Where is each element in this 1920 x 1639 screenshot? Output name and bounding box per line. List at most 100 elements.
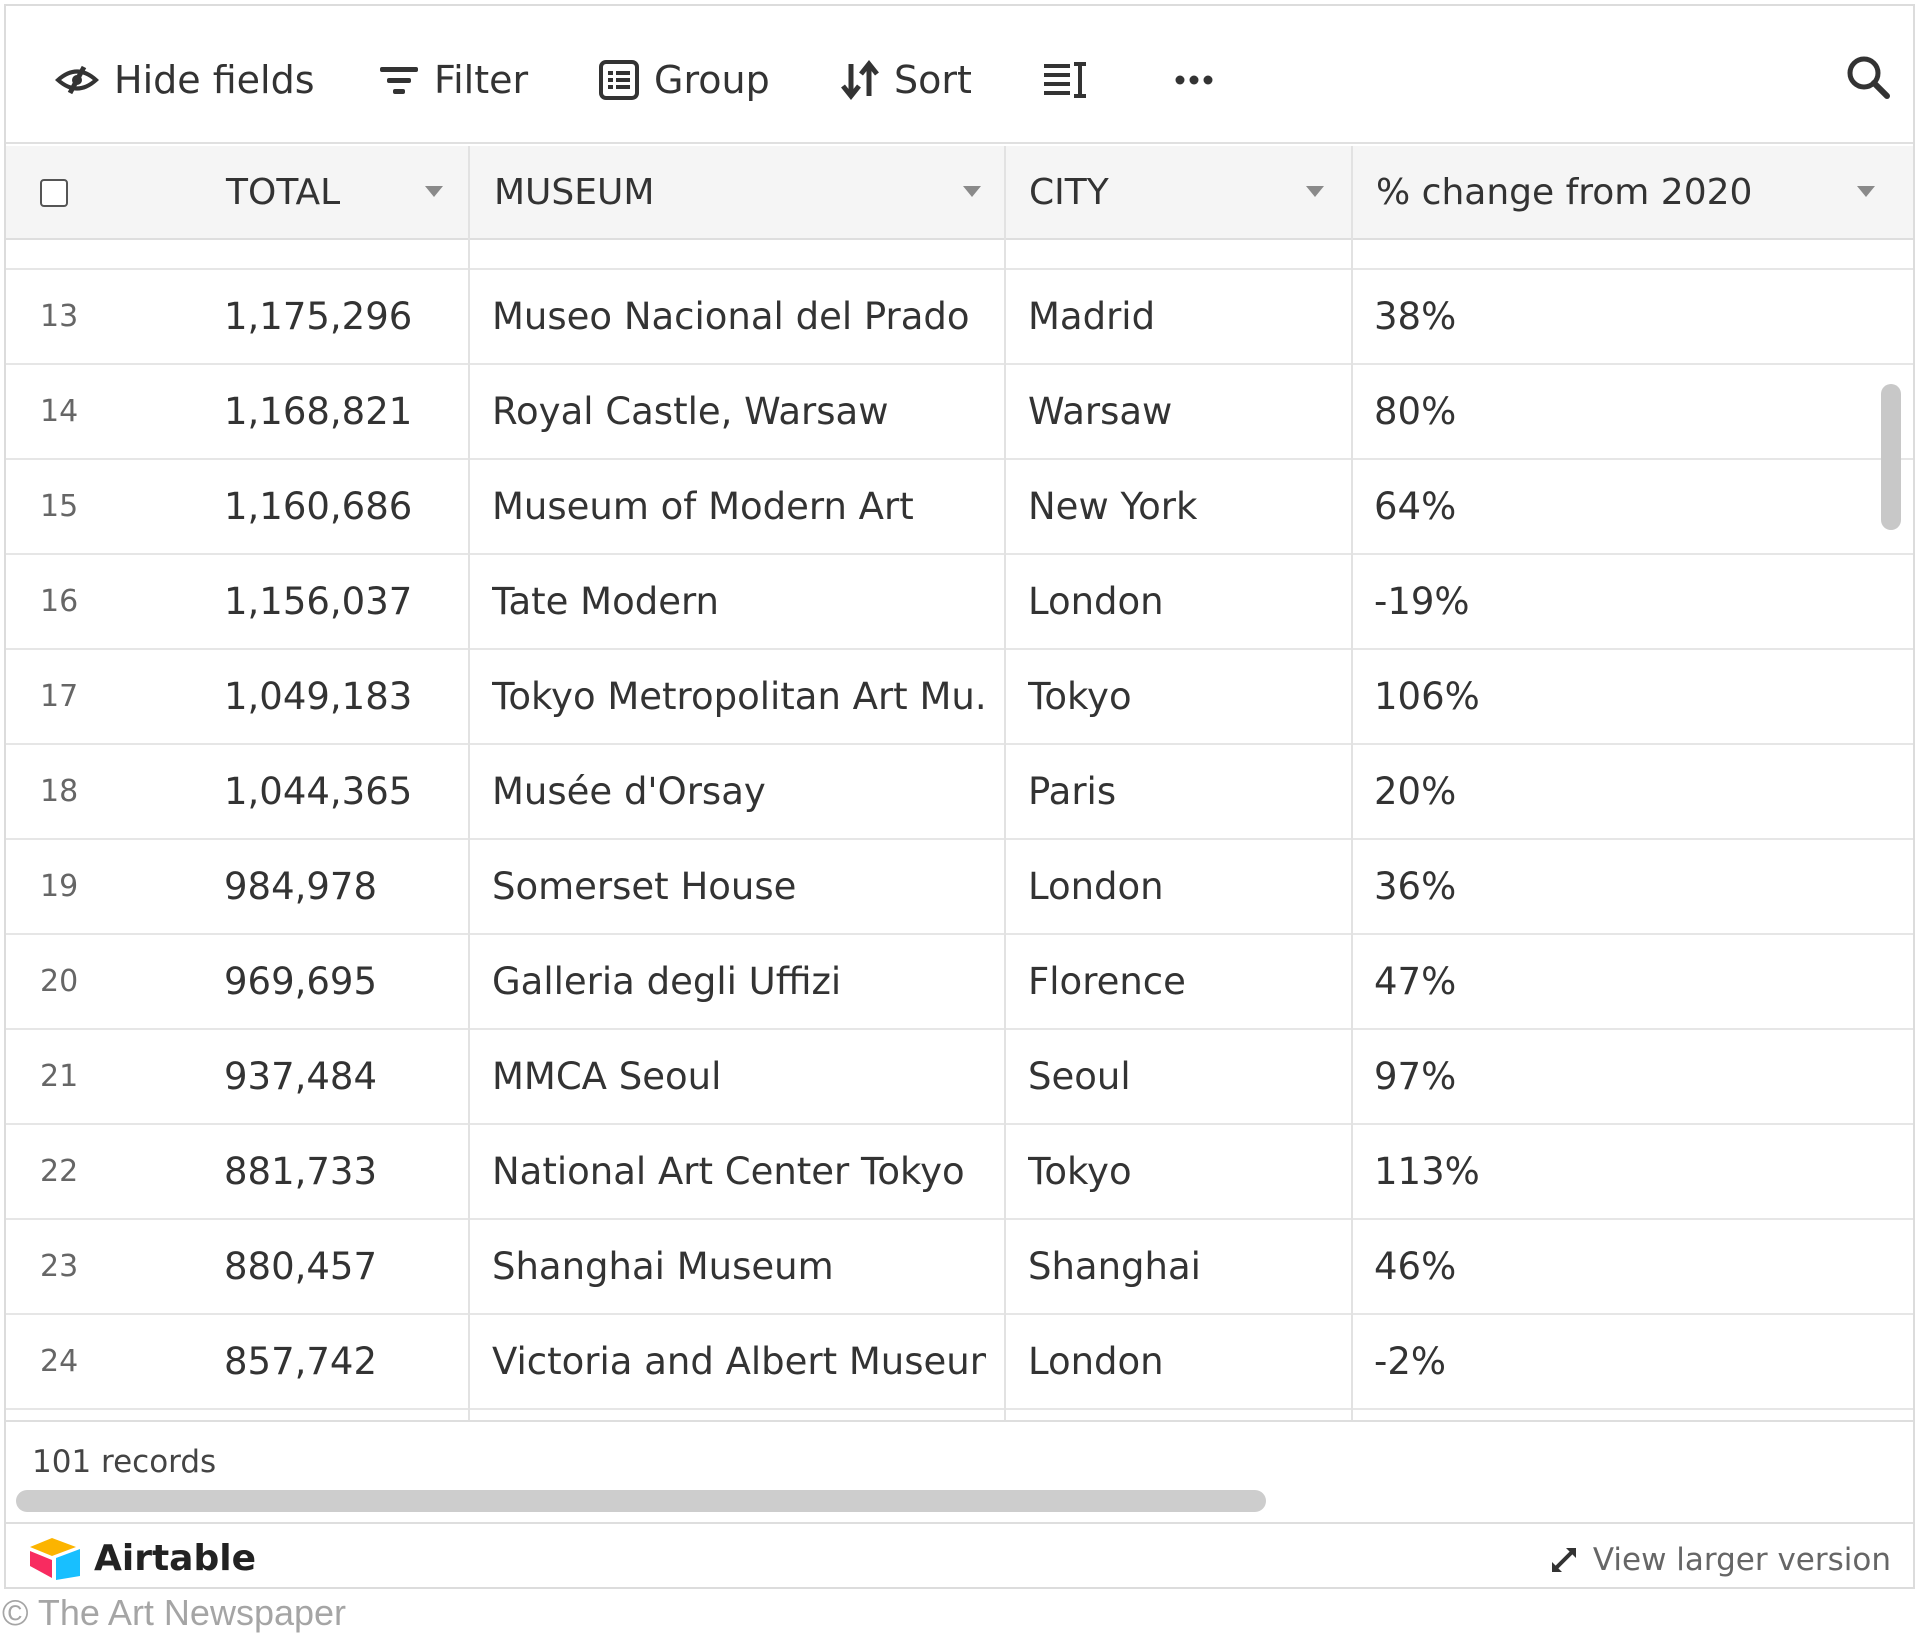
- row-number-cell[interactable]: 24: [40, 1315, 78, 1408]
- group-label: Group: [654, 58, 770, 102]
- column-header-change[interactable]: % change from 2020: [1376, 146, 1903, 238]
- column-header-city[interactable]: CITY: [1029, 146, 1352, 238]
- airtable-logo[interactable]: Airtable: [28, 1536, 256, 1580]
- embedded-table-frame: Hide fields Filter Group Sort TOTAL MUSE…: [4, 4, 1915, 1589]
- sort-icon: [841, 60, 879, 100]
- group-button[interactable]: Group: [598, 50, 770, 110]
- museum-cell[interactable]: Museum of Modern Art: [492, 460, 986, 553]
- museum-cell[interactable]: Somerset House: [492, 840, 986, 933]
- museum-cell[interactable]: Tate Modern: [492, 555, 986, 648]
- museum-cell[interactable]: Musée d'Orsay: [492, 745, 986, 838]
- dropdown-arrow-icon[interactable]: [1306, 186, 1324, 197]
- row-number-cell[interactable]: 16: [40, 555, 78, 648]
- total-cell[interactable]: 1,044,365: [224, 745, 412, 838]
- city-cell[interactable]: New York: [1028, 460, 1197, 553]
- total-cell[interactable]: 881,733: [224, 1125, 377, 1218]
- dropdown-arrow-icon[interactable]: [1857, 186, 1875, 197]
- table-row[interactable]: 14 1,168,821 Royal Castle, Warsaw Warsaw 80%: [6, 365, 1913, 460]
- total-cell[interactable]: 969,695: [224, 935, 377, 1028]
- change-cell[interactable]: 97%: [1374, 1030, 1456, 1123]
- total-cell[interactable]: 857,742: [224, 1315, 377, 1408]
- dropdown-arrow-icon[interactable]: [963, 186, 981, 197]
- change-cell[interactable]: 113%: [1374, 1125, 1480, 1218]
- table-row[interactable]: 13 1,175,296 Museo Nacional del Prado Madri…: [6, 270, 1913, 365]
- museum-cell[interactable]: Shanghai Museum: [492, 1220, 986, 1313]
- museum-cell[interactable]: Galleria degli Uffizi: [492, 935, 986, 1028]
- table-row[interactable]: 21 937,484 MMCA Seoul Seoul 97%: [6, 1030, 1913, 1125]
- museum-cell[interactable]: Museo Nacional del Prado: [492, 270, 986, 363]
- city-cell[interactable]: Shanghai: [1028, 1220, 1201, 1313]
- total-cell[interactable]: 937,484: [224, 1030, 377, 1123]
- view-larger-link[interactable]: View larger version: [1549, 1542, 1891, 1578]
- change-cell[interactable]: 64%: [1374, 460, 1456, 553]
- city-cell[interactable]: Tokyo: [1028, 650, 1132, 743]
- table-row[interactable]: 20 969,695 Galleria degli Uffizi Florence 47…: [6, 935, 1913, 1030]
- museum-cell[interactable]: Royal Castle, Warsaw: [492, 365, 986, 458]
- table-row[interactable]: 22 881,733 National Art Center Tokyo Tokyo 1…: [6, 1125, 1913, 1220]
- city-cell[interactable]: Tokyo: [1028, 1125, 1132, 1218]
- change-cell[interactable]: 47%: [1374, 935, 1456, 1028]
- search-icon: [1847, 56, 1890, 99]
- total-cell[interactable]: 1,156,037: [224, 555, 412, 648]
- row-number-cell[interactable]: 18: [40, 745, 78, 838]
- column-header-museum[interactable]: MUSEUM: [494, 146, 1009, 238]
- museum-cell[interactable]: Tokyo Metropolitan Art Mu...: [492, 650, 986, 743]
- city-cell[interactable]: Madrid: [1028, 270, 1155, 363]
- change-cell[interactable]: 80%: [1374, 365, 1456, 458]
- table-row[interactable]: 23 880,457 Shanghai Museum Shanghai 46%: [6, 1220, 1913, 1315]
- dropdown-arrow-icon[interactable]: [425, 186, 443, 197]
- row-number-cell[interactable]: 21: [40, 1030, 78, 1123]
- total-cell[interactable]: 1,168,821: [224, 365, 412, 458]
- hide-fields-button[interactable]: Hide fields: [54, 50, 315, 110]
- table-footer: 101 records: [6, 1420, 1913, 1522]
- table-row[interactable]: 16 1,156,037 Tate Modern London -19%: [6, 555, 1913, 650]
- change-cell[interactable]: 36%: [1374, 840, 1456, 933]
- total-cell[interactable]: 1,160,686: [224, 460, 412, 553]
- more-options-button[interactable]: [1174, 50, 1228, 110]
- table-row[interactable]: 19 984,978 Somerset House London 36%: [6, 840, 1913, 935]
- total-cell[interactable]: 984,978: [224, 840, 377, 933]
- table-row[interactable]: 24 857,742 Victoria and Albert Museum Londo…: [6, 1315, 1913, 1410]
- city-cell[interactable]: Warsaw: [1028, 365, 1172, 458]
- change-cell[interactable]: -19%: [1374, 555, 1470, 648]
- row-number-cell[interactable]: 13: [40, 270, 78, 363]
- museum-cell[interactable]: Victoria and Albert Museum: [492, 1315, 986, 1408]
- city-cell[interactable]: Florence: [1028, 935, 1186, 1028]
- change-cell[interactable]: -2%: [1374, 1315, 1446, 1408]
- total-cell[interactable]: 1,049,183: [224, 650, 412, 743]
- row-number-cell[interactable]: 19: [40, 840, 78, 933]
- row-number-cell[interactable]: 15: [40, 460, 78, 553]
- row-number-cell[interactable]: 23: [40, 1220, 78, 1313]
- total-cell[interactable]: 1,175,296: [224, 270, 412, 363]
- row-number-cell[interactable]: 17: [40, 650, 78, 743]
- horizontal-scrollbar[interactable]: [16, 1490, 1266, 1512]
- table-row[interactable]: 17 1,049,183 Tokyo Metropolitan Art Mu... T…: [6, 650, 1913, 745]
- filter-label: Filter: [434, 58, 529, 102]
- select-all-checkbox[interactable]: [40, 179, 68, 207]
- total-cell[interactable]: 880,457: [224, 1220, 377, 1313]
- city-cell[interactable]: Paris: [1028, 745, 1116, 838]
- toolbar: Hide fields Filter Group Sort: [6, 6, 1913, 144]
- vertical-scrollbar[interactable]: [1881, 384, 1901, 530]
- museum-cell[interactable]: MMCA Seoul: [492, 1030, 986, 1123]
- column-header-total[interactable]: TOTAL: [226, 146, 471, 238]
- row-number-cell[interactable]: 14: [40, 365, 78, 458]
- change-cell[interactable]: 46%: [1374, 1220, 1456, 1313]
- change-cell[interactable]: 106%: [1374, 650, 1480, 743]
- sort-label: Sort: [894, 58, 972, 102]
- city-cell[interactable]: Seoul: [1028, 1030, 1131, 1123]
- city-cell[interactable]: London: [1028, 1315, 1164, 1408]
- row-height-button[interactable]: [1042, 50, 1102, 110]
- museum-cell[interactable]: National Art Center Tokyo: [492, 1125, 986, 1218]
- row-number-cell[interactable]: 20: [40, 935, 78, 1028]
- change-cell[interactable]: 20%: [1374, 745, 1456, 838]
- change-cell[interactable]: 38%: [1374, 270, 1456, 363]
- city-cell[interactable]: London: [1028, 840, 1164, 933]
- row-number-cell[interactable]: 22: [40, 1125, 78, 1218]
- filter-button[interactable]: Filter: [378, 50, 528, 110]
- sort-button[interactable]: Sort: [840, 50, 972, 110]
- table-row[interactable]: 18 1,044,365 Musée d'Orsay Paris 20%: [6, 745, 1913, 840]
- search-button[interactable]: [1845, 54, 1891, 104]
- table-row[interactable]: 15 1,160,686 Museum of Modern Art New York 6…: [6, 460, 1913, 555]
- city-cell[interactable]: London: [1028, 555, 1164, 648]
